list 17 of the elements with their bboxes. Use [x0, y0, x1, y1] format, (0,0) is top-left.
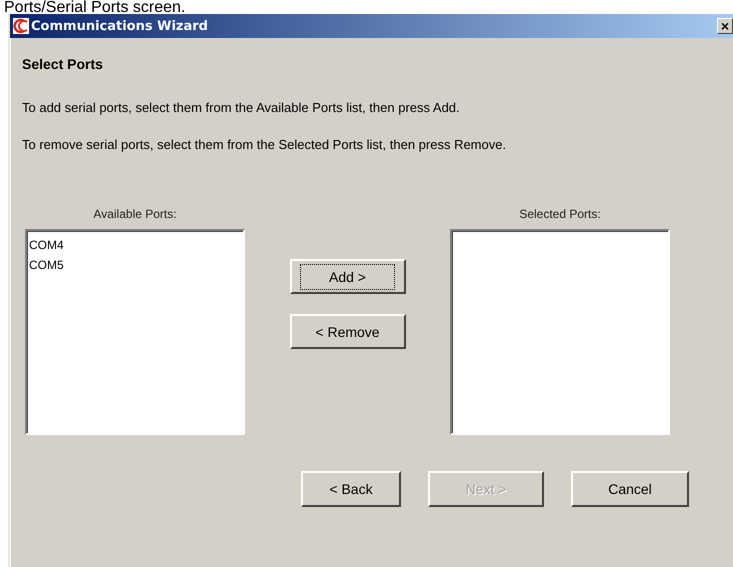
- page-heading: Select Ports: [22, 56, 104, 72]
- wizard-button[interactable]: Cancel: [571, 471, 689, 507]
- list-label: Selected Ports:: [519, 207, 601, 221]
- port-item[interactable]: COM5: [28, 255, 242, 275]
- instruction-text: To add serial ports, select them from the Available Ports list, then press Add.: [22, 100, 461, 115]
- caption-text: Ports/Serial Ports screen.: [3, 0, 186, 14]
- move-button[interactable]: < Remove: [290, 314, 406, 349]
- close-button[interactable]: ×: [717, 18, 733, 34]
- available-ports-list[interactable]: COM4 COM5: [25, 229, 245, 435]
- wizard-button[interactable]: < Back: [301, 471, 401, 507]
- move-button[interactable]: Add >: [290, 259, 406, 294]
- selected-ports-list[interactable]: [450, 229, 670, 435]
- window-title: Communications Wizard: [31, 18, 208, 34]
- port-item[interactable]: COM4: [28, 235, 242, 255]
- instruction-text: To remove serial ports, select them from the Selected Ports list, then press Remove.: [22, 137, 508, 152]
- app-logo-icon: [13, 18, 29, 34]
- list-label: Available Ports:: [93, 207, 177, 221]
